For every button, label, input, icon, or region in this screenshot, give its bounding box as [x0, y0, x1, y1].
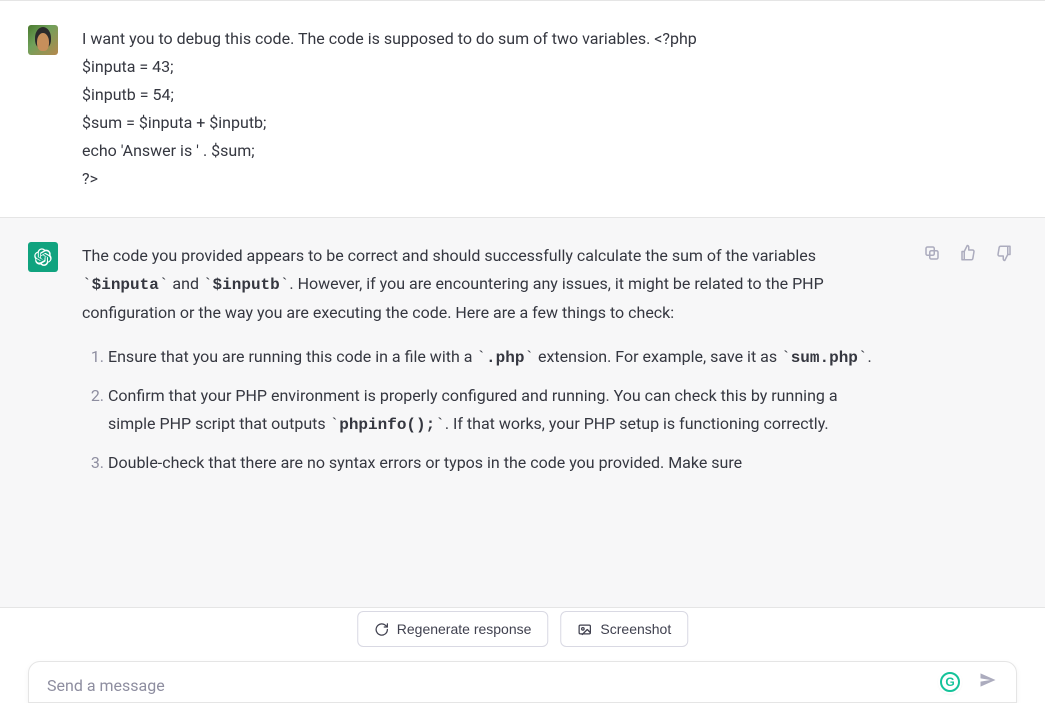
inline-code: .php — [476, 349, 534, 367]
composer-placeholder: Send a message — [47, 676, 165, 695]
text: and — [168, 274, 203, 293]
message-actions — [921, 242, 1015, 264]
regenerate-label: Regenerate response — [397, 621, 532, 637]
copy-icon — [923, 244, 941, 262]
assistant-list: Ensure that you are running this code in… — [82, 343, 882, 477]
thumbs-down-icon — [995, 244, 1013, 262]
grammarly-badge[interactable]: G — [940, 672, 960, 692]
thumbs-down-button[interactable] — [993, 242, 1015, 264]
user-avatar — [28, 25, 58, 55]
thumbs-up-icon — [959, 244, 977, 262]
inline-code: sum.php — [781, 349, 867, 367]
list-item: Double-check that there are no syntax er… — [108, 449, 882, 477]
user-line: ?> — [82, 165, 902, 193]
send-icon — [978, 670, 998, 690]
text: Ensure that you are running this code in… — [108, 347, 476, 366]
list-item: Ensure that you are running this code in… — [108, 343, 882, 372]
user-line: echo 'Answer is ' . $sum; — [82, 137, 902, 165]
screenshot-label: Screenshot — [600, 621, 671, 637]
assistant-intro: The code you provided appears to be corr… — [82, 242, 882, 327]
text: The code you provided appears to be corr… — [82, 246, 816, 265]
regenerate-button[interactable]: Regenerate response — [357, 611, 549, 647]
assistant-message-content: The code you provided appears to be corr… — [82, 242, 902, 487]
user-line: $inputa = 43; — [82, 53, 902, 81]
text: . — [868, 347, 872, 366]
assistant-avatar — [28, 242, 58, 272]
user-line: $inputb = 54; — [82, 81, 902, 109]
screenshot-icon — [577, 622, 592, 637]
grammarly-icon: G — [945, 675, 954, 689]
refresh-icon — [374, 622, 389, 637]
conversation-thread: I want you to debug this code. The code … — [0, 1, 1045, 703]
user-line: $sum = $inputa + $inputb; — [82, 109, 902, 137]
user-message: I want you to debug this code. The code … — [0, 1, 1045, 217]
text: extension. For example, save it as — [534, 347, 781, 366]
user-line: I want you to debug this code. The code … — [82, 25, 902, 53]
user-message-content: I want you to debug this code. The code … — [82, 25, 902, 193]
list-item: Confirm that your PHP environment is pro… — [108, 382, 882, 439]
assistant-message: The code you provided appears to be corr… — [0, 217, 1045, 608]
send-button[interactable] — [978, 670, 998, 694]
copy-button[interactable] — [921, 242, 943, 264]
text: . If that works, your PHP setup is funct… — [445, 414, 829, 433]
inline-code: $inputb — [203, 276, 289, 294]
message-composer[interactable]: Send a message G — [28, 661, 1017, 703]
inline-code: phpinfo(); — [330, 416, 445, 434]
float-buttons: Regenerate response Screenshot — [357, 611, 688, 647]
screenshot-button[interactable]: Screenshot — [560, 611, 688, 647]
inline-code: $inputa — [82, 276, 168, 294]
thumbs-up-button[interactable] — [957, 242, 979, 264]
text: Double-check that there are no syntax er… — [108, 453, 742, 472]
